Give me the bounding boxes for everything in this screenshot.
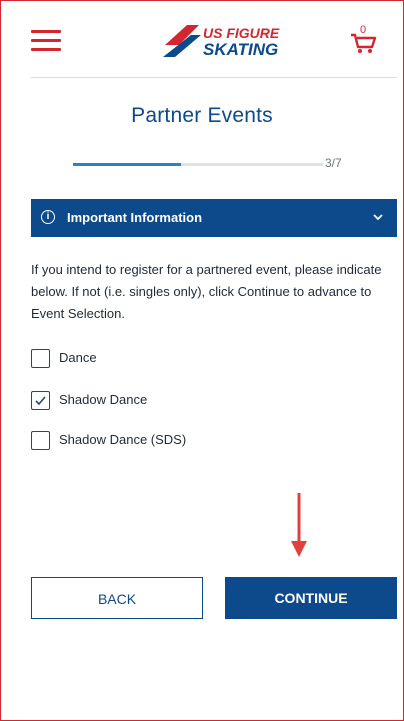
red-arrow-annotation-icon — [291, 493, 307, 557]
us-figure-skating-logo[interactable]: US FIGURE SKATING — [161, 21, 283, 61]
instructions-text: If you intend to register for a partnere… — [31, 262, 382, 321]
hamburger-menu-icon[interactable] — [31, 30, 61, 51]
svg-text:US FIGURE: US FIGURE — [203, 25, 280, 41]
header-divider — [31, 77, 397, 78]
page-title: Partner Events — [131, 104, 273, 127]
checkbox-dance[interactable]: Dance — [31, 349, 151, 369]
back-button[interactable]: BACK — [31, 577, 203, 619]
checkbox-label: Dance — [59, 350, 97, 365]
info-icon: i — [41, 210, 55, 224]
checkbox-shadow-dance-sds[interactable]: Shadow Dance (SDS) — [31, 431, 231, 451]
checkmark-icon — [35, 396, 46, 406]
checkbox-label: Shadow Dance — [59, 392, 148, 407]
checkbox-shadow-dance[interactable]: Shadow Dance — [31, 391, 191, 411]
cart-icon[interactable]: 0 — [349, 23, 377, 55]
continue-button[interactable]: CONTINUE — [225, 577, 397, 619]
checkbox-box[interactable] — [31, 431, 50, 450]
header: US FIGURE SKATING 0 — [1, 1, 403, 77]
cart-count: 0 — [360, 24, 366, 36]
checkbox-box[interactable] — [31, 391, 50, 410]
chevron-down-icon — [373, 214, 383, 221]
svg-text:SKATING: SKATING — [203, 40, 278, 59]
important-information-accordion[interactable]: i Important Information — [31, 199, 397, 237]
app-frame: US FIGURE SKATING 0 Partner Events 3/7 i… — [0, 0, 404, 721]
progress-step-label: 3/7 — [325, 156, 342, 170]
checkbox-box[interactable] — [31, 349, 50, 368]
progress-bar — [73, 163, 323, 166]
progress-fill — [73, 163, 181, 166]
accordion-label: Important Information — [67, 210, 203, 225]
checkbox-label: Shadow Dance (SDS) — [59, 432, 187, 447]
